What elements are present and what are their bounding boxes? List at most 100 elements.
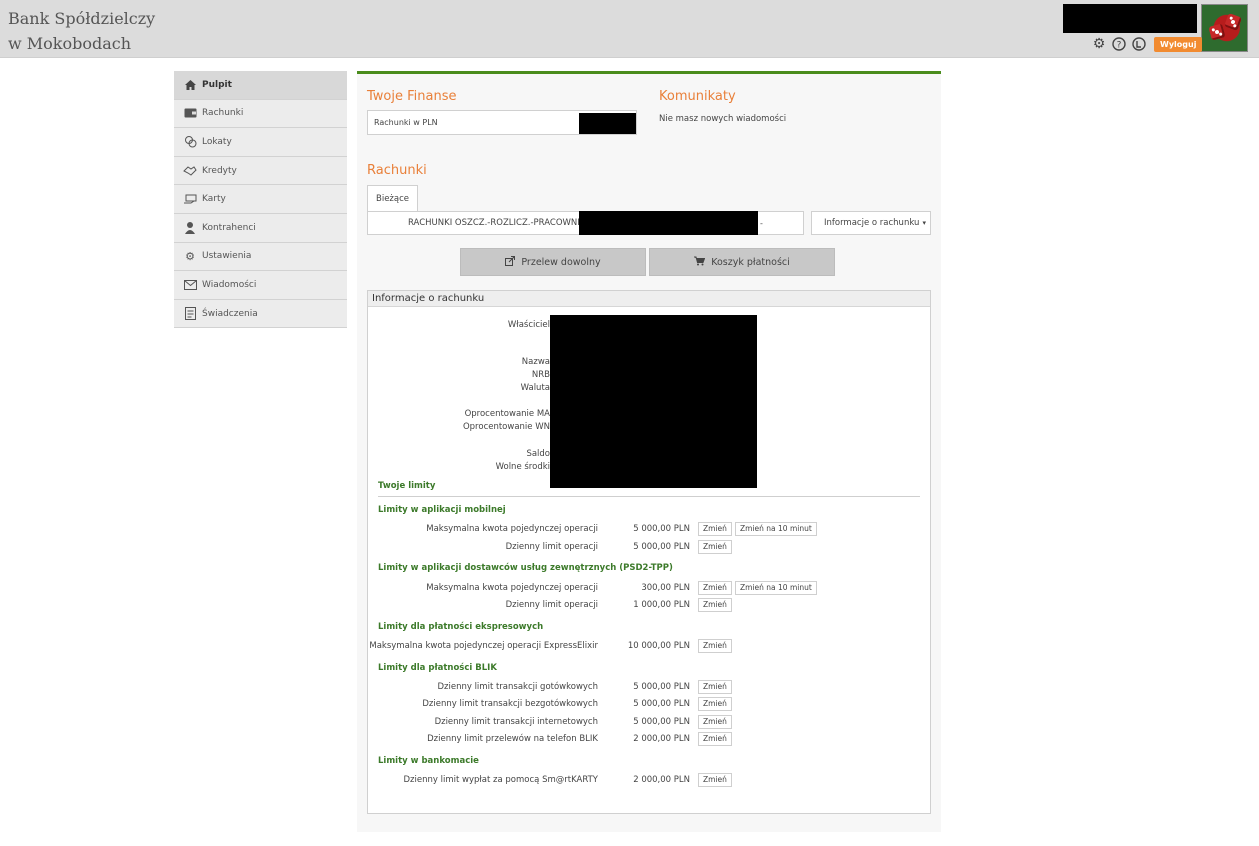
field-available-label: Wolne środki <box>495 462 550 472</box>
account-number-redacted <box>579 211 758 235</box>
limits-group-title: Limity w aplikacji mobilnej <box>378 505 506 515</box>
limit-label: Dzienny limit transakcji gotówkowych <box>437 682 598 692</box>
field-balance-label: Saldo <box>526 449 550 459</box>
finances-box[interactable]: Rachunki w PLN <box>367 110 637 135</box>
sidebar-item-label: Kredyty <box>202 165 237 176</box>
svg-text:?: ? <box>1117 41 1122 51</box>
limit-label: Dzienny limit przelewów na telefon BLIK <box>427 734 598 744</box>
sidebar-item-kredyty[interactable]: Kredyty <box>174 156 347 186</box>
change-limit-button[interactable]: Zmień <box>698 540 732 554</box>
document-icon <box>183 307 197 321</box>
sidebar-item-lokaty[interactable]: Lokaty <box>174 128 347 157</box>
cart-icon <box>694 256 706 269</box>
field-currency-label: Waluta <box>520 383 550 393</box>
change-limit-button[interactable]: Zmień <box>698 598 732 612</box>
help-icon[interactable]: ? <box>1111 36 1127 52</box>
account-details-redacted <box>550 315 757 488</box>
change-limit-button[interactable]: Zmień <box>698 522 732 536</box>
sidebar-item-pulpit[interactable]: Pulpit <box>174 71 347 100</box>
change-limit-button[interactable]: Zmień <box>698 732 732 746</box>
change-limit-button[interactable]: Zmień <box>698 697 732 711</box>
card-hand-icon <box>183 192 197 206</box>
change-10min-button[interactable]: Zmień na 10 minut <box>735 581 817 595</box>
gear-icon: ⚙ <box>185 249 195 263</box>
limit-label: Dzienny limit transakcji bezgotówkowych <box>422 699 598 709</box>
limit-value: 10 000,00 PLN <box>627 641 690 651</box>
limit-label: Dzienny limit operacji <box>505 542 598 552</box>
limit-value: 300,00 PLN <box>641 583 690 593</box>
limits-group-title: Limity w aplikacji dostawców usług zewnę… <box>378 563 673 573</box>
account-select[interactable]: RACHUNKI OSZCZ.-ROZLICZ.-PRACOWNIK - <box>367 211 804 235</box>
payment-cart-button-label: Koszyk płatności <box>711 256 790 268</box>
sidebar-item-label: Świadczenia <box>202 308 258 319</box>
coins-icon <box>183 135 197 149</box>
account-select-value: RACHUNKI OSZCZ.-ROZLICZ.-PRACOWNIK <box>408 218 586 228</box>
accounts-title: Rachunki <box>367 163 427 178</box>
sidebar-item-label: Rachunki <box>202 108 244 119</box>
field-name-label: Nazwa <box>521 357 550 367</box>
sidebar-item-rachunki[interactable]: Rachunki <box>174 99 347 129</box>
limit-label: Maksymalna kwota pojedynczej operacji <box>426 583 598 593</box>
sidebar-item-label: Lokaty <box>202 136 232 147</box>
user-name-redacted <box>1063 4 1197 33</box>
field-rate-ma-label: Oprocentowanie MA <box>464 409 550 419</box>
limits-divider <box>378 496 920 497</box>
field-owner-label: Właściciel <box>507 320 550 330</box>
account-select-dash: - <box>760 219 763 228</box>
finances-box-label: Rachunki w PLN <box>374 118 438 127</box>
limit-label: Dzienny limit wypłat za pomocą Sm@rtKART… <box>403 775 599 785</box>
sidebar-item-label: Ustawienia <box>202 251 252 262</box>
handshake-icon <box>183 164 197 178</box>
field-nrb-label: NRB <box>531 370 550 380</box>
sidebar-item-label: Karty <box>202 194 226 205</box>
change-limit-button[interactable]: Zmień <box>698 773 732 787</box>
sidebar-item-kontrahenci[interactable]: Kontrahenci <box>174 213 347 243</box>
limit-label: Dzienny limit transakcji internetowych <box>434 717 598 727</box>
person-icon <box>183 221 197 235</box>
transfer-button[interactable]: Przelew dowolny <box>460 248 646 276</box>
sidebar-item-wiadomosci[interactable]: Wiadomości <box>174 271 347 300</box>
change-10min-button[interactable]: Zmień na 10 minut <box>735 522 817 536</box>
home-icon <box>183 78 197 92</box>
change-limit-button[interactable]: Zmień <box>698 715 732 729</box>
bank-name-line2: w Mokobodach <box>8 34 132 53</box>
sidebar-item-karty[interactable]: Karty <box>174 185 347 214</box>
bank-name-line1: Bank Spółdzielczy <box>8 9 156 28</box>
limit-value: 2 000,00 PLN <box>633 775 690 785</box>
sidebar-item-label: Kontrahenci <box>202 222 256 233</box>
limit-value: 1 000,00 PLN <box>633 600 690 610</box>
change-limit-button[interactable]: Zmień <box>698 680 732 694</box>
change-limit-button[interactable]: Zmień <box>698 581 732 595</box>
tab-current[interactable]: Bieżące <box>367 185 418 212</box>
bank-logo[interactable]: Bank Spółdzielczy w Mokobodach <box>8 6 155 56</box>
limit-label: Maksymalna kwota pojedynczej operacji Ex… <box>369 641 598 651</box>
limits-group-title: Limity dla płatności ekspresowych <box>378 622 544 632</box>
limit-value: 5 000,00 PLN <box>633 682 690 692</box>
limit-value: 2 000,00 PLN <box>633 734 690 744</box>
accessibility-icon[interactable] <box>1131 36 1147 52</box>
caret-down-icon: ▾ <box>922 219 926 227</box>
messages-title: Komunikaty <box>659 89 736 104</box>
external-link-icon <box>505 255 516 269</box>
limit-value: 5 000,00 PLN <box>633 542 690 552</box>
sidebar-item-ustawienia[interactable]: ⚙ Ustawienia <box>174 242 347 272</box>
payment-cart-button[interactable]: Koszyk płatności <box>649 248 835 276</box>
limit-value: 5 000,00 PLN <box>633 699 690 709</box>
change-limit-button[interactable]: Zmień <box>698 639 732 653</box>
top-bar: Bank Spółdzielczy w Mokobodach ⚙ ? Wylog… <box>0 0 1259 58</box>
avatar[interactable] <box>1201 4 1248 52</box>
logout-button[interactable]: Wyloguj <box>1154 36 1203 52</box>
limit-value: 5 000,00 PLN <box>633 717 690 727</box>
field-rate-wn-label: Oprocentowanie WN <box>462 422 550 432</box>
limit-value: 5 000,00 PLN <box>633 524 690 534</box>
finances-title: Twoje Finanse <box>367 89 457 104</box>
limit-label: Maksymalna kwota pojedynczej operacji <box>426 524 598 534</box>
envelope-icon <box>183 278 197 292</box>
account-info-dropdown-label: Informacje o rachunku <box>824 218 920 228</box>
account-info-dropdown[interactable]: Informacje o rachunku ▾ <box>811 211 931 235</box>
account-info-panel: Informacje o rachunku Właściciel Nazwa N… <box>367 290 931 814</box>
gear-icon[interactable]: ⚙ <box>1091 36 1107 52</box>
sidebar-item-swiadczenia[interactable]: Świadczenia <box>174 299 347 329</box>
limit-label: Dzienny limit operacji <box>505 600 598 610</box>
limits-group-title: Limity w bankomacie <box>378 756 479 766</box>
